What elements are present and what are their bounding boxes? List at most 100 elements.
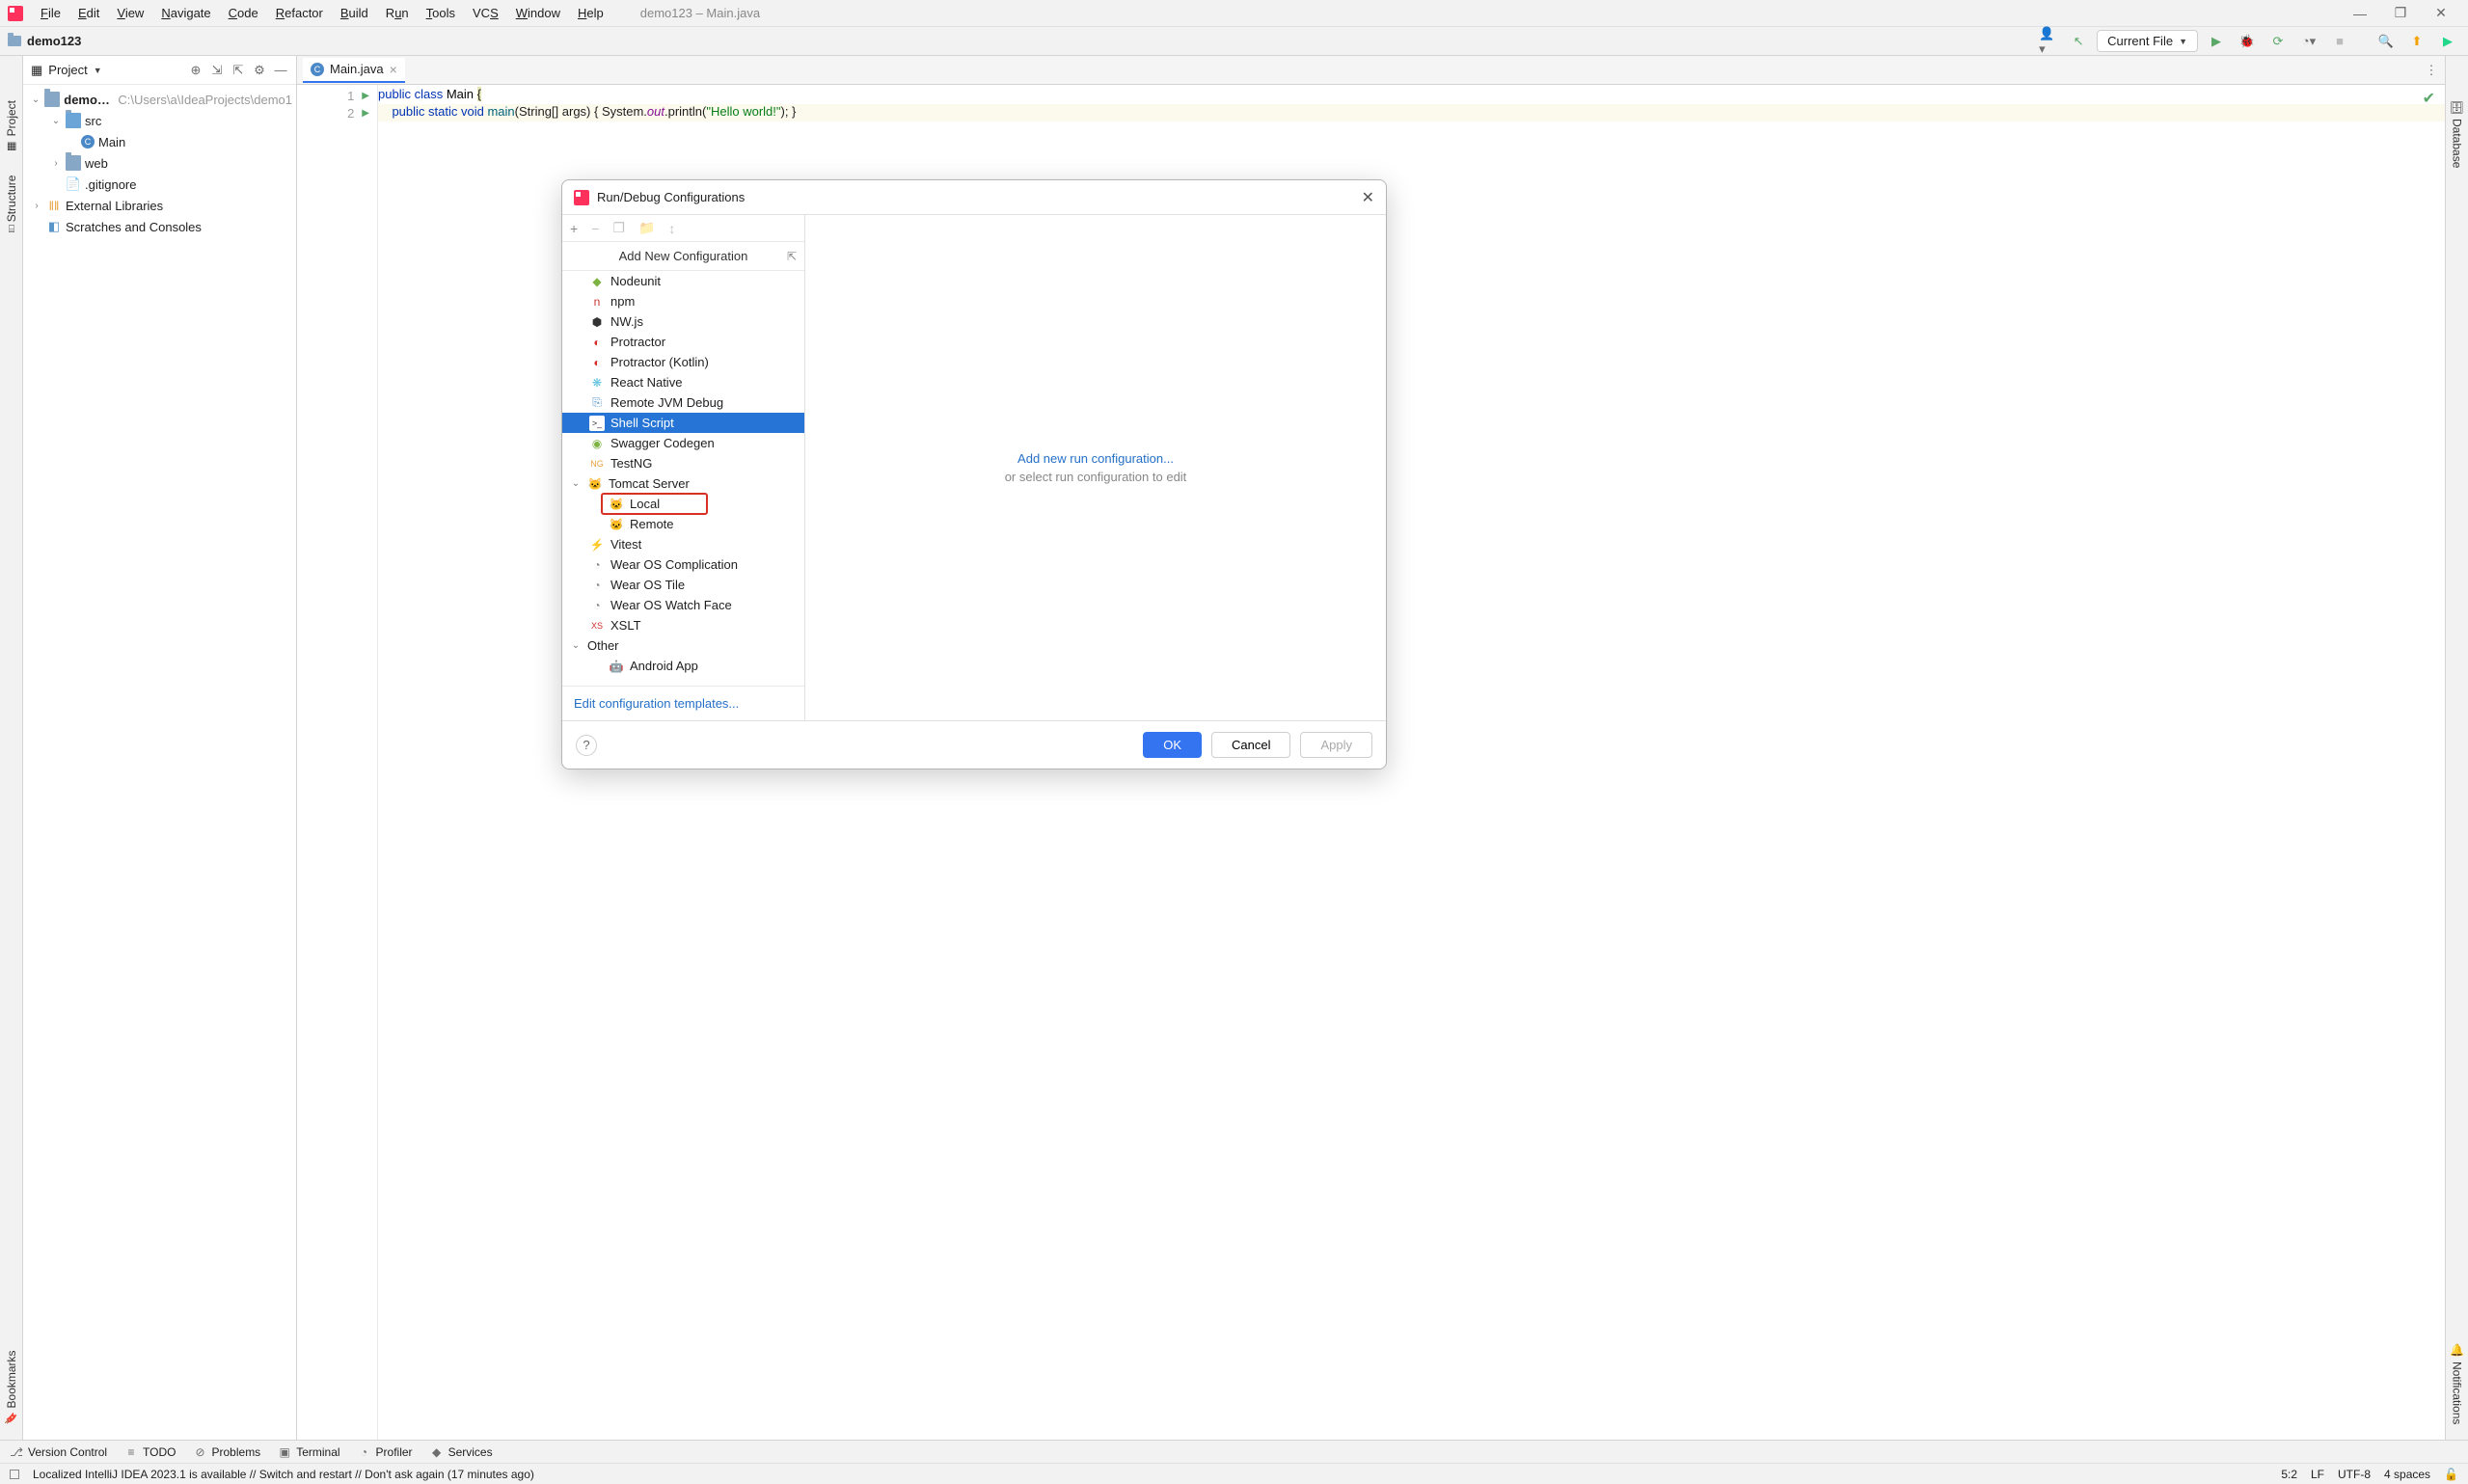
cfg-protractor-kotlin[interactable]: ◐Protractor (Kotlin) xyxy=(562,352,804,372)
project-view-title[interactable]: Project xyxy=(48,63,87,77)
run-gutter-icon[interactable]: ▶ xyxy=(362,108,369,119)
cfg-tomcat-local[interactable]: 🐱Local xyxy=(562,494,804,514)
tool-terminal[interactable]: ▣Terminal xyxy=(278,1445,339,1459)
file-encoding[interactable]: UTF-8 xyxy=(2338,1468,2371,1481)
cfg-protractor[interactable]: ◐Protractor xyxy=(562,332,804,352)
menu-view[interactable]: View xyxy=(109,4,151,22)
cfg-other[interactable]: ⌄Other xyxy=(562,635,804,656)
tree-main-class[interactable]: C Main xyxy=(23,131,296,152)
cfg-testng[interactable]: NGTestNG xyxy=(562,453,804,473)
help-button[interactable]: ? xyxy=(576,735,597,756)
menu-vcs[interactable]: VCS xyxy=(465,4,506,22)
tool-version-control[interactable]: ⎇Version Control xyxy=(10,1445,107,1459)
add-new-run-link[interactable]: Add new run configuration... xyxy=(1017,451,1174,466)
expand-all-icon[interactable]: ⇲ xyxy=(209,63,225,78)
cfg-wear-complication[interactable]: ◔Wear OS Complication xyxy=(562,554,804,575)
select-opened-icon[interactable]: ⊕ xyxy=(188,63,203,78)
cfg-android[interactable]: 🤖Android App xyxy=(562,656,804,676)
maximize-button[interactable]: ❐ xyxy=(2381,5,2420,21)
tool-services[interactable]: ◆Services xyxy=(430,1445,493,1459)
chevron-down-icon[interactable]: ⌄ xyxy=(31,94,41,105)
ide-icon[interactable]: ▶ xyxy=(2439,33,2456,50)
dialog-close-icon[interactable]: ✕ xyxy=(1362,188,1374,207)
search-icon[interactable]: 🔍 xyxy=(2377,33,2395,50)
hide-icon[interactable]: — xyxy=(273,63,288,78)
caret-down-icon[interactable]: ▼ xyxy=(94,66,102,75)
stop-icon[interactable]: ■ xyxy=(2331,33,2348,50)
indent-info[interactable]: 4 spaces xyxy=(2384,1468,2430,1481)
tool-todo[interactable]: ≡TODO xyxy=(124,1445,176,1459)
menu-file[interactable]: File xyxy=(33,4,68,22)
tool-notifications[interactable]: 🔔Notifications xyxy=(2451,1337,2464,1430)
close-icon[interactable]: × xyxy=(390,62,397,77)
tree-scratches[interactable]: ◧ Scratches and Consoles xyxy=(23,216,296,237)
collapse-all-icon[interactable]: ⇱ xyxy=(231,63,246,78)
menu-run[interactable]: Run xyxy=(378,4,417,22)
cfg-wear-watch[interactable]: ◔Wear OS Watch Face xyxy=(562,595,804,615)
tool-project[interactable]: ▦Project xyxy=(5,94,18,158)
collapse-icon[interactable]: ⇱ xyxy=(787,250,797,263)
cfg-tomcat[interactable]: ⌄🐱Tomcat Server xyxy=(562,473,804,494)
chevron-down-icon[interactable]: ⌄ xyxy=(50,116,62,126)
settings-icon[interactable]: ⚙ xyxy=(252,63,267,78)
tool-profiler[interactable]: ◔Profiler xyxy=(358,1445,413,1459)
user-icon[interactable]: 👤▾ xyxy=(2039,33,2056,50)
cfg-nwjs[interactable]: ⬢NW.js xyxy=(562,311,804,332)
cfg-wear-tile[interactable]: ◔Wear OS Tile xyxy=(562,575,804,595)
cfg-swagger[interactable]: ◉Swagger Codegen xyxy=(562,433,804,453)
back-arrow-icon[interactable]: ↖ xyxy=(2070,33,2087,50)
breadcrumb[interactable]: demo123 xyxy=(27,34,81,48)
run-icon[interactable]: ▶ xyxy=(2208,33,2225,50)
tool-database[interactable]: 🗄Database xyxy=(2451,94,2464,175)
tree-root[interactable]: ⌄ demo123 C:\Users\a\IdeaProjects\demo1 xyxy=(23,89,296,110)
menu-help[interactable]: Help xyxy=(570,4,611,22)
cfg-xslt[interactable]: XSXSLT xyxy=(562,615,804,635)
close-button[interactable]: ✕ xyxy=(2422,5,2460,21)
editor-tab-main[interactable]: C Main.java × xyxy=(303,58,405,83)
chevron-right-icon[interactable]: › xyxy=(50,158,62,169)
inspection-ok-icon[interactable]: ✔ xyxy=(2423,89,2435,108)
cfg-shell-script[interactable]: >_Shell Script xyxy=(562,413,804,433)
profiler-icon[interactable]: ◔▾ xyxy=(2300,33,2318,50)
line-separator[interactable]: LF xyxy=(2311,1468,2324,1481)
chevron-right-icon[interactable]: › xyxy=(31,201,42,211)
dialog-titlebar[interactable]: Run/Debug Configurations ✕ xyxy=(562,180,1386,215)
tool-window-icon[interactable] xyxy=(10,1470,19,1479)
tree-web[interactable]: › web xyxy=(23,152,296,174)
tree-gitignore[interactable]: 📄 .gitignore xyxy=(23,174,296,195)
menu-navigate[interactable]: Navigate xyxy=(153,4,218,22)
cfg-react-native[interactable]: ❋React Native xyxy=(562,372,804,392)
edit-templates-link[interactable]: Edit configuration templates... xyxy=(574,696,739,711)
run-gutter-icon[interactable]: ▶ xyxy=(362,91,369,101)
readonly-icon[interactable]: 🔓 xyxy=(2444,1468,2458,1481)
config-type-list[interactable]: ◆Nodeunit nnpm ⬢NW.js ◐Protractor ◐Protr… xyxy=(562,271,804,686)
tree-external-libs[interactable]: › ‖‖ External Libraries xyxy=(23,195,296,216)
menu-edit[interactable]: Edit xyxy=(70,4,107,22)
cfg-npm[interactable]: nnpm xyxy=(562,291,804,311)
tab-menu-icon[interactable]: ⋮ xyxy=(2424,63,2439,78)
debug-icon[interactable]: 🐞 xyxy=(2238,33,2256,50)
tool-bookmarks[interactable]: 🔖Bookmarks xyxy=(5,1344,18,1430)
menu-build[interactable]: Build xyxy=(333,4,376,22)
add-icon[interactable]: + xyxy=(570,221,578,236)
caret-position[interactable]: 5:2 xyxy=(2281,1468,2297,1481)
ok-button[interactable]: OK xyxy=(1143,732,1202,758)
tool-problems[interactable]: ⊘Problems xyxy=(194,1445,261,1459)
minimize-button[interactable]: — xyxy=(2341,6,2379,21)
cfg-tomcat-remote[interactable]: 🐱Remote xyxy=(562,514,804,534)
menu-code[interactable]: Code xyxy=(221,4,266,22)
cancel-button[interactable]: Cancel xyxy=(1211,732,1290,758)
run-config-selector[interactable]: Current File ▼ xyxy=(2097,30,2198,52)
project-tree[interactable]: ⌄ demo123 C:\Users\a\IdeaProjects\demo1 … xyxy=(23,85,296,241)
tool-structure[interactable]: ⌸Structure xyxy=(5,170,18,238)
menu-tools[interactable]: Tools xyxy=(419,4,463,22)
cfg-remote-jvm[interactable]: ⎘Remote JVM Debug xyxy=(562,392,804,413)
status-message[interactable]: Localized IntelliJ IDEA 2023.1 is availa… xyxy=(33,1468,534,1481)
coverage-icon[interactable]: ⟳ xyxy=(2269,33,2287,50)
cfg-nodeunit[interactable]: ◆Nodeunit xyxy=(562,271,804,291)
update-icon[interactable]: ⬆ xyxy=(2408,33,2426,50)
tree-src[interactable]: ⌄ src xyxy=(23,110,296,131)
menu-refactor[interactable]: Refactor xyxy=(268,4,331,22)
menu-window[interactable]: Window xyxy=(508,4,568,22)
cfg-vitest[interactable]: ⚡Vitest xyxy=(562,534,804,554)
